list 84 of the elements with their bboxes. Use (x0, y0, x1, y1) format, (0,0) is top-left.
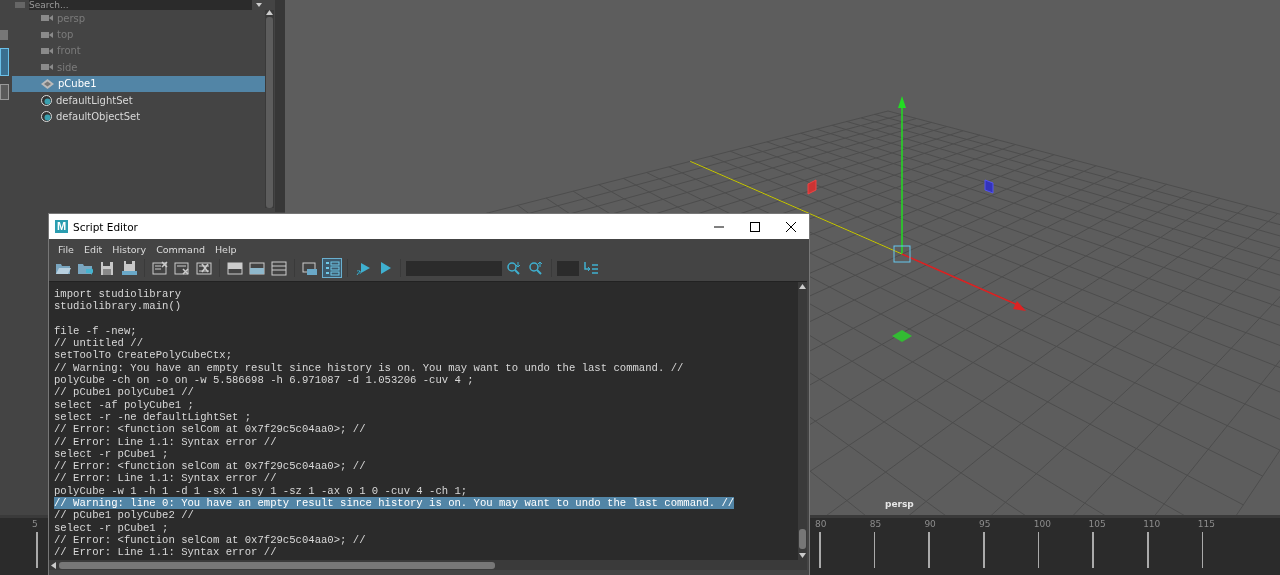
scroll-up-icon (266, 10, 273, 15)
code-line: // Error: <function selCom at 0x7f29c5c04aa0>; // (54, 423, 366, 436)
code-line: studiolibrary.main() (54, 300, 182, 313)
set-icon (41, 94, 52, 106)
tool-icon[interactable] (0, 84, 9, 100)
code-line: // Error: Line 1.1: Syntax error // (54, 435, 277, 448)
search-up-icon (528, 260, 544, 276)
camera-icon (41, 30, 53, 39)
code-line: // pCube1 polyCube1 // (54, 386, 194, 399)
close-icon (786, 221, 796, 232)
scroll-up-icon (799, 284, 806, 289)
save-icon (99, 260, 115, 276)
line-number-field[interactable] (557, 260, 579, 276)
code-line: // pCube1 polyCube2 // (54, 509, 194, 522)
play-arrow-icon (355, 260, 371, 276)
indent-icon (583, 260, 599, 276)
toolbar-button[interactable] (322, 258, 342, 278)
code-line: setToolTo CreatePolyCubeCtx; (54, 349, 232, 362)
search-down-icon (506, 260, 522, 276)
window-title: Script Editor (73, 220, 139, 233)
scroll-thumb[interactable] (799, 529, 806, 549)
menu-item[interactable]: History (107, 243, 152, 255)
frame-number: 100 (1033, 518, 1051, 530)
scroll-thumb[interactable] (59, 561, 495, 569)
menu-item[interactable]: Help (209, 243, 242, 255)
code-line: select -r pCube1 ; (54, 521, 169, 534)
menu-item[interactable]: File (53, 243, 79, 255)
outliner-item[interactable]: defaultObjectSet (12, 108, 265, 125)
outliner-item[interactable]: pCube1 (12, 75, 265, 92)
frame-number: 80 (815, 518, 827, 530)
search-field[interactable]: Search... (29, 0, 252, 10)
code-line: select -af polyCube1 ; (54, 398, 194, 411)
code-line: import studiolibrary (54, 288, 182, 301)
split-panel-icon (271, 260, 287, 276)
set-icon (41, 111, 52, 123)
input-panel-icon (249, 260, 265, 276)
window-icon (302, 260, 318, 276)
scroll-left-icon (51, 561, 56, 569)
frame-number: 105 (1088, 518, 1106, 530)
cube-icon (41, 78, 54, 89)
frame-number: 95 (979, 518, 991, 530)
search-field[interactable] (406, 260, 502, 276)
code-line: // Error: Line 1.1: Syntax error // (54, 472, 277, 485)
dropdown-icon (256, 3, 262, 7)
code-line: select -r pCube1 ; (54, 447, 169, 461)
tool-icon (0, 30, 8, 40)
toolbar-button[interactable] (150, 258, 170, 278)
menu-item[interactable]: Command (151, 243, 210, 255)
code-line: // Error: <function selCom at 0x7f29c5c04aa0>; // (54, 460, 366, 473)
maximize-icon (750, 221, 760, 232)
save-shelf-icon (121, 260, 137, 276)
camera-icon (41, 46, 53, 55)
code-line: polyCube -w 1 -h 1 -d 1 -sx 1 -sy 1 -sz 1 -ax 0 1 0 -cuv 4 -ch 1; (54, 484, 468, 498)
code-line: select -r -ne defaultLightSet ; (54, 410, 252, 424)
scroll-down-icon (799, 553, 806, 558)
code-line: // Error: Line 1.1: Syntax error // (54, 546, 277, 559)
clear-history-icon (152, 260, 168, 276)
code-line: // Error: <function selCom at 0x7f29c5c04aa0>; // (54, 533, 366, 547)
code-line: file -f -new; (54, 324, 137, 338)
scroll-thumb[interactable] (266, 17, 273, 208)
tool-icon[interactable] (0, 48, 9, 76)
clear-input-icon (174, 260, 190, 276)
list-icon (324, 260, 340, 276)
code-line: polyCube -ch on -o on -w 5.586698 -h 6.971087 -d 1.053206 -cuv 4 ; (54, 374, 474, 387)
code-line: // untitled // (54, 337, 143, 350)
camera-icon (41, 14, 53, 23)
history-panel-icon (227, 260, 243, 276)
outliner-item[interactable]: defaultLightSet (12, 91, 265, 109)
frame-number: 110 (1143, 518, 1161, 530)
frame-number: 90 (924, 518, 936, 530)
camera-label: persp (885, 499, 914, 509)
frame-number: 85 (869, 518, 882, 530)
menu-item[interactable]: Edit (78, 243, 108, 255)
horizontal-scrollbar[interactable] (49, 560, 807, 570)
app-logo: M (55, 220, 68, 233)
clear-all-icon (196, 260, 212, 276)
frame-number: 115 (1197, 518, 1215, 530)
toolbar-button[interactable] (269, 258, 289, 278)
vertical-scrollbar[interactable] (798, 282, 807, 560)
frame-number: 5 (32, 518, 38, 530)
toolbar-button[interactable] (119, 258, 139, 278)
camera-icon (41, 63, 53, 72)
scrollbar[interactable] (265, 10, 274, 208)
code-line: // Warning: You have an empty result since history is on. You may want to undo the last command. // (54, 361, 684, 375)
